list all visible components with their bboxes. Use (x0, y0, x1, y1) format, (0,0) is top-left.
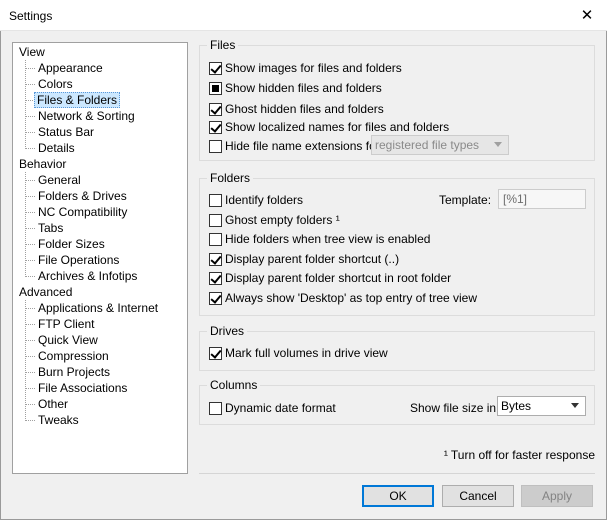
drives-group: Drives Mark full volumes in drive view (199, 324, 595, 371)
hide-ext-dropdown-value: registered file types (375, 138, 480, 152)
dynamic-date-checkbox[interactable] (209, 401, 222, 415)
show-hidden-option[interactable]: Show hidden files and folders (209, 80, 382, 96)
tree-item-network-sorting[interactable]: Network & Sorting (36, 108, 137, 124)
file-size-value: Bytes (501, 399, 532, 413)
mark-full-checkbox[interactable] (209, 346, 222, 360)
template-input[interactable]: [%1] (498, 189, 586, 209)
show-hidden-checkbox[interactable] (209, 81, 222, 95)
tree-connector (25, 300, 26, 421)
show-images-checkbox[interactable] (209, 61, 222, 75)
chevron-down-icon (571, 403, 579, 408)
dynamic-date-option[interactable]: Dynamic date format (209, 400, 336, 416)
template-label: Template: (439, 193, 492, 207)
always-desktop-label: Always show 'Desktop' as top entry of tr… (225, 291, 478, 305)
file-size-dropdown[interactable]: Bytes (497, 396, 586, 416)
show-hidden-label: Show hidden files and folders (225, 81, 382, 95)
folders-group: Folders Identify folders Template: [%1] … (199, 171, 595, 316)
drives-legend: Drives (207, 324, 248, 338)
tree-item-tabs[interactable]: Tabs (36, 220, 65, 236)
identify-folders-label: Identify folders (225, 193, 304, 207)
tree-item-burn-projects[interactable]: Burn Projects (36, 364, 112, 380)
tree-item-nc-compatibility[interactable]: NC Compatibility (36, 204, 129, 220)
file-size-label: Show file size in: (410, 401, 500, 415)
close-icon: ✕ (580, 7, 594, 24)
display-parent-root-option[interactable]: Display parent folder shortcut in root f… (209, 270, 451, 286)
window-title: Settings (9, 9, 53, 23)
ghost-hidden-option[interactable]: Ghost hidden files and folders (209, 101, 384, 117)
tree-connector (25, 60, 26, 149)
hide-ext-dropdown[interactable]: registered file types (371, 135, 509, 155)
tree-item-applications-internet[interactable]: Applications & Internet (36, 300, 160, 316)
tree-item-details[interactable]: Details (36, 140, 77, 156)
tree-item-archives-infotips[interactable]: Archives & Infotips (36, 268, 139, 284)
tree-category-behavior[interactable]: Behavior (17, 156, 68, 172)
chevron-down-icon (494, 142, 502, 147)
display-parent-checkbox[interactable] (209, 252, 222, 266)
tree-item-other[interactable]: Other (36, 396, 70, 412)
settings-tree[interactable]: View Appearance Colors Files & Folders N… (12, 42, 188, 474)
divider (199, 473, 595, 474)
show-localized-option[interactable]: Show localized names for files and folde… (209, 119, 449, 135)
hide-when-tree-option[interactable]: Hide folders when tree view is enabled (209, 231, 430, 247)
tree-item-tweaks[interactable]: Tweaks (36, 412, 81, 428)
display-parent-root-label: Display parent folder shortcut in root f… (225, 271, 452, 285)
apply-button[interactable]: Apply (521, 485, 593, 507)
hide-when-tree-label: Hide folders when tree view is enabled (225, 232, 431, 246)
identify-folders-option[interactable]: Identify folders (209, 192, 303, 208)
tree-category-advanced[interactable]: Advanced (17, 284, 74, 300)
cancel-button[interactable]: Cancel (442, 485, 514, 507)
close-button[interactable]: ✕ (573, 3, 601, 27)
display-parent-option[interactable]: Display parent folder shortcut (..) (209, 251, 399, 267)
tree-item-quick-view[interactable]: Quick View (36, 332, 100, 348)
hide-ext-option[interactable]: Hide file name extensions for (209, 138, 380, 154)
ok-button[interactable]: OK (362, 485, 434, 507)
always-desktop-checkbox[interactable] (209, 291, 222, 305)
show-images-option[interactable]: Show images for files and folders (209, 60, 402, 76)
display-parent-label: Display parent folder shortcut (..) (225, 252, 400, 266)
ghost-empty-option[interactable]: Ghost empty folders ¹ (209, 212, 340, 228)
ghost-empty-label: Ghost empty folders ¹ (225, 213, 340, 227)
show-images-label: Show images for files and folders (225, 61, 402, 75)
ghost-hidden-checkbox[interactable] (209, 102, 222, 116)
tree-item-folders-drives[interactable]: Folders & Drives (36, 188, 129, 204)
folders-legend: Folders (207, 171, 254, 185)
dynamic-date-label: Dynamic date format (225, 401, 336, 415)
hide-when-tree-checkbox[interactable] (209, 232, 222, 246)
hide-ext-checkbox[interactable] (209, 139, 222, 153)
footnote: ¹ Turn off for faster response (443, 448, 595, 462)
hide-ext-label: Hide file name extensions for (225, 139, 380, 153)
display-parent-root-checkbox[interactable] (209, 271, 222, 285)
mark-full-option[interactable]: Mark full volumes in drive view (209, 345, 388, 361)
columns-legend: Columns (207, 378, 261, 392)
tree-item-status-bar[interactable]: Status Bar (36, 124, 96, 140)
ghost-empty-checkbox[interactable] (209, 213, 222, 227)
tree-item-folder-sizes[interactable]: Folder Sizes (36, 236, 107, 252)
tree-item-file-associations[interactable]: File Associations (36, 380, 129, 396)
mark-full-label: Mark full volumes in drive view (225, 346, 388, 360)
tree-item-files-folders[interactable]: Files & Folders (34, 92, 121, 108)
show-localized-checkbox[interactable] (209, 120, 222, 134)
tree-item-general[interactable]: General (36, 172, 83, 188)
tree-item-file-operations[interactable]: File Operations (36, 252, 121, 268)
tree-connector (25, 172, 26, 277)
ghost-hidden-label: Ghost hidden files and folders (225, 102, 384, 116)
always-desktop-option[interactable]: Always show 'Desktop' as top entry of tr… (209, 290, 477, 306)
tree-item-colors[interactable]: Colors (36, 76, 75, 92)
files-group: Files Show images for files and folders … (199, 38, 595, 161)
show-localized-label: Show localized names for files and folde… (225, 120, 450, 134)
title-bar: Settings ✕ (0, 0, 607, 31)
tree-item-appearance[interactable]: Appearance (36, 60, 105, 76)
files-legend: Files (207, 38, 239, 52)
tree-item-compression[interactable]: Compression (36, 348, 111, 364)
tree-item-ftp-client[interactable]: FTP Client (36, 316, 96, 332)
identify-folders-checkbox[interactable] (209, 193, 222, 207)
columns-group: Columns Dynamic date format Show file si… (199, 378, 595, 425)
tree-category-view[interactable]: View (17, 44, 47, 60)
